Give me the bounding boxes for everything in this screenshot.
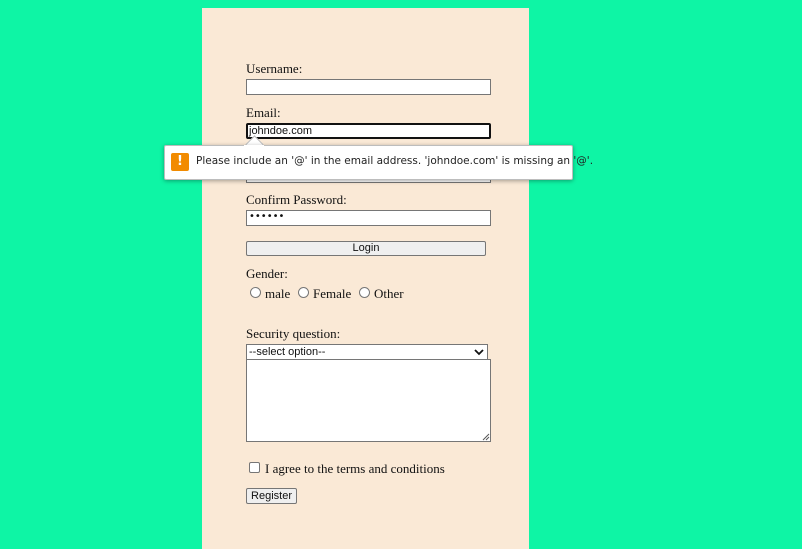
gender-female-label: Female — [313, 286, 352, 301]
email-validation-tooltip: ! Please include an '@' in the email add… — [164, 145, 593, 180]
gender-male-radio[interactable] — [250, 287, 261, 298]
email-input[interactable]: johndoe.com — [246, 123, 491, 139]
security-question-selected: --select option-- — [249, 346, 326, 358]
gender-male-label: male — [265, 286, 291, 301]
email-value: johndoe.com — [249, 125, 312, 137]
username-input[interactable] — [246, 79, 491, 95]
gender-other-label: Other — [374, 286, 404, 301]
login-button[interactable]: Login — [246, 241, 486, 256]
username-label: Username: — [246, 61, 303, 76]
tooltip-arrow-seam — [244, 145, 264, 149]
email-label: Email: — [246, 105, 281, 120]
gender-other-radio[interactable] — [359, 287, 370, 298]
security-question-label: Security question: — [246, 326, 341, 341]
register-button[interactable]: Register — [246, 488, 297, 504]
security-question-select[interactable]: --select option-- — [246, 344, 488, 360]
confirm-password-label: Confirm Password: — [246, 192, 347, 207]
gender-female-radio[interactable] — [298, 287, 309, 298]
gender-label: Gender: — [246, 266, 288, 281]
security-answer-textarea[interactable] — [246, 359, 491, 442]
terms-checkbox[interactable] — [249, 462, 260, 473]
confirm-password-value: •••••• — [249, 211, 285, 222]
warning-icon: ! — [171, 153, 189, 171]
validation-message: Please include an '@' in the email addre… — [196, 155, 594, 167]
confirm-password-input[interactable]: •••••• — [246, 210, 491, 226]
terms-label: I agree to the terms and conditions — [265, 461, 445, 476]
resize-handle-icon[interactable] — [481, 432, 490, 441]
chevron-down-icon — [474, 349, 484, 356]
